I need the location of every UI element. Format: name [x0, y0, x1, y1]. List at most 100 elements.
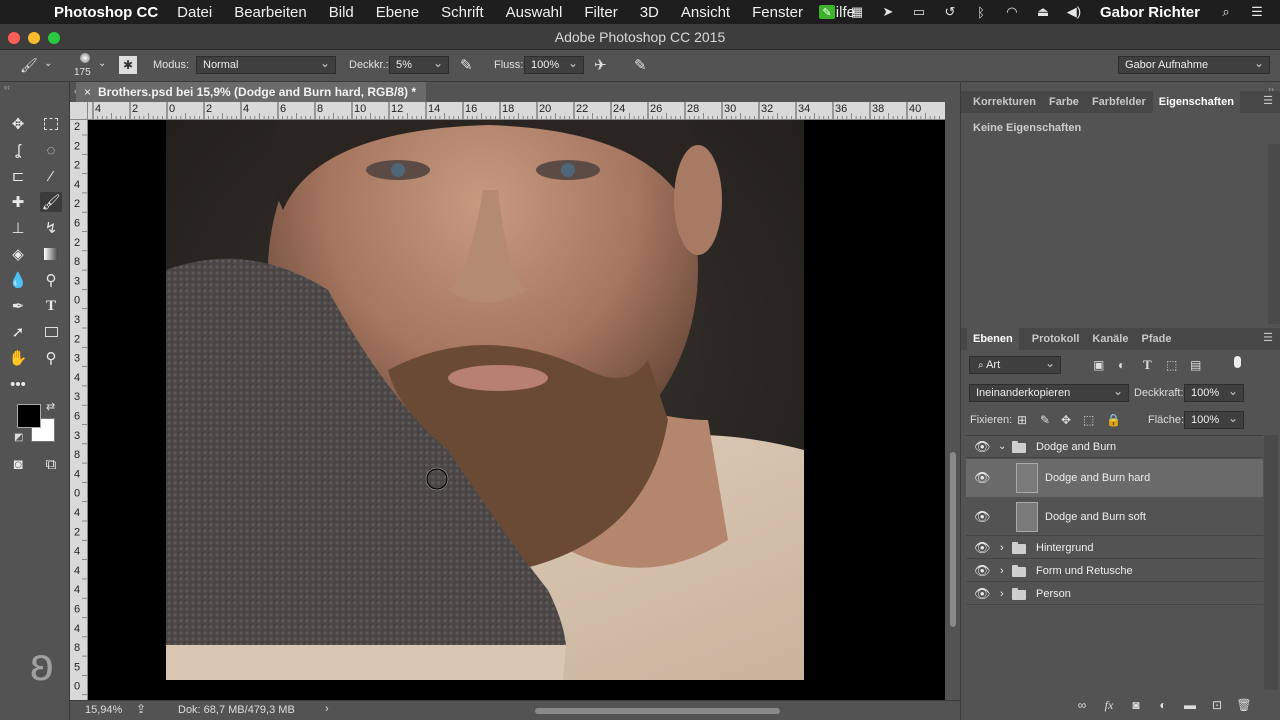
more-tools-icon[interactable]: ••• — [7, 374, 29, 394]
type-tool-icon[interactable]: T — [40, 296, 62, 316]
visibility-eye-icon[interactable]: 👁 — [974, 439, 991, 455]
lock-all-icon[interactable]: 🔒 — [1106, 413, 1121, 427]
lock-position-icon[interactable]: ✥ — [1061, 413, 1071, 427]
close-icon[interactable] — [8, 32, 20, 44]
forward-icon[interactable]: ➤ — [879, 4, 897, 19]
quick-selection-tool-icon[interactable]: ◌ — [40, 140, 62, 160]
layer-row-group[interactable]: 👁 › Person — [966, 583, 1263, 605]
eyedropper-tool-icon[interactable]: ⁄ — [40, 166, 62, 186]
menu-ansicht[interactable]: Ansicht — [681, 4, 730, 21]
pen-tool-icon[interactable]: ✒ — [7, 296, 29, 316]
volume-icon[interactable]: ◀) — [1065, 4, 1083, 19]
menu-filter[interactable]: Filter — [584, 4, 617, 21]
visibility-eye-icon[interactable]: 👁 — [974, 509, 991, 525]
document-tab[interactable]: × Brothers.psd bei 15,9% (Dodge and Burn… — [76, 82, 426, 102]
tab-eigenschaften[interactable]: Eigenschaften — [1152, 91, 1240, 113]
quick-mask-icon[interactable]: ◙ — [7, 454, 29, 474]
layer-row[interactable]: 👁 Dodge and Burn soft — [966, 498, 1263, 536]
chevron-down-icon[interactable]: ⌄ — [998, 441, 1006, 452]
filter-shape-icon[interactable]: ⬚ — [1166, 358, 1177, 372]
menu-bild[interactable]: Bild — [329, 4, 354, 21]
pressure-size-icon[interactable]: ✎ — [634, 56, 647, 74]
adjustment-layer-icon[interactable]: ◐ — [1154, 696, 1172, 714]
filter-adjustment-icon[interactable]: ◐ — [1118, 358, 1125, 372]
tab-farbe[interactable]: Farbe — [1049, 96, 1079, 108]
document-size[interactable]: Dok: 68,7 MB/479,3 MB — [178, 704, 295, 716]
lock-artboard-icon[interactable]: ⬚ — [1083, 413, 1094, 427]
lock-transparency-icon[interactable]: ⊞ — [1017, 413, 1027, 427]
gradient-tool-icon[interactable] — [40, 244, 62, 264]
evernote-icon[interactable]: ✎ — [818, 5, 835, 19]
search-icon[interactable]: ⌕ — [1217, 4, 1235, 19]
vertical-ruler[interactable]: 2 2 2 4 2 6 2 8 3 0 3 2 3 4 3 6 3 8 4 0 4 2 4 4 4 6 4 8 5 0 — [70, 120, 88, 700]
chevron-right-icon[interactable]: › — [325, 703, 329, 715]
horizontal-scrollbar[interactable] — [535, 708, 780, 714]
wifi-icon[interactable]: ◠ — [1003, 4, 1021, 19]
move-tool-icon[interactable]: ✥ — [7, 114, 29, 134]
export-icon[interactable]: ⇪ — [136, 702, 146, 716]
panel-menu-icon[interactable]: ☰ — [1263, 94, 1273, 107]
layer-style-icon[interactable]: fx — [1100, 696, 1118, 714]
time-machine-icon[interactable]: ↺ — [941, 4, 959, 19]
filter-smartobject-icon[interactable]: ▤ — [1190, 358, 1201, 372]
app-menu[interactable]: Photoshop CC — [54, 4, 158, 21]
chevron-right-icon[interactable]: › — [1000, 565, 1004, 577]
layer-opacity-select[interactable]: 100% — [1184, 383, 1244, 402]
chevron-down-icon[interactable]: ⌄ — [44, 58, 52, 69]
screen-mode-icon[interactable]: ⧉ — [40, 454, 62, 474]
rectangle-tool-icon[interactable] — [40, 322, 62, 342]
link-layers-icon[interactable]: ∞ — [1073, 696, 1091, 714]
tab-farbfelder[interactable]: Farbfelder — [1092, 96, 1146, 108]
new-layer-icon[interactable]: ⊡ — [1208, 696, 1226, 714]
tab-kanaele[interactable]: Kanäle — [1092, 333, 1128, 345]
tab-pfade[interactable]: Pfade — [1141, 333, 1171, 345]
eraser-tool-icon[interactable]: ◈ — [7, 244, 29, 264]
healing-brush-tool-icon[interactable]: ✚ — [7, 192, 29, 212]
mode-select[interactable]: Normal — [196, 55, 336, 74]
menu-schrift[interactable]: Schrift — [441, 4, 484, 21]
layer-row-group[interactable]: 👁 ⌄ Dodge and Burn — [966, 436, 1263, 458]
canvas-vertical-scrollbar[interactable] — [945, 102, 960, 700]
tab-close-icon[interactable]: × — [84, 82, 91, 102]
layer-row-group[interactable]: 👁 › Hintergrund — [966, 537, 1263, 559]
delete-layer-icon[interactable]: 🗑 — [1235, 696, 1253, 714]
lock-pixels-icon[interactable]: ✎ — [1040, 413, 1050, 427]
filter-type-icon[interactable]: T — [1143, 357, 1152, 373]
layers-scrollbar[interactable] — [1264, 435, 1278, 690]
clone-stamp-tool-icon[interactable]: ⊥ — [7, 218, 29, 238]
opacity-select[interactable]: 5% — [389, 55, 449, 74]
zoom-level[interactable]: 15,94% — [85, 704, 122, 716]
minimize-icon[interactable] — [28, 32, 40, 44]
crop-tool-icon[interactable]: ⊏ — [7, 166, 29, 186]
eject-icon[interactable]: ⏏ — [1034, 4, 1052, 19]
properties-scrollbar[interactable] — [1268, 144, 1280, 324]
default-colors-icon[interactable]: ◩ — [14, 432, 23, 443]
visibility-eye-icon[interactable]: 👁 — [974, 586, 991, 602]
layer-row-selected[interactable]: 👁 Dodge and Burn hard — [966, 459, 1263, 497]
dodge-tool-icon[interactable]: ⚲ — [40, 270, 62, 290]
airbrush-icon[interactable]: ✈ — [594, 56, 607, 74]
visibility-eye-icon[interactable]: 👁 — [974, 540, 991, 556]
horizontal-ruler[interactable]: 4 2 0 2 4 6 8 10 12 14 16 18 20 22 24 26 28 30 32 34 36 38 40 — [88, 102, 945, 120]
history-brush-tool-icon[interactable]: ↯ — [40, 218, 62, 238]
blur-tool-icon[interactable]: 💧 — [7, 270, 29, 290]
tab-protokoll[interactable]: Protokoll — [1032, 333, 1080, 345]
swap-colors-icon[interactable]: ⇄ — [46, 400, 55, 413]
workspace-select[interactable]: Gabor Aufnahme — [1118, 55, 1270, 74]
chevron-down-icon[interactable]: ⌄ — [98, 58, 106, 69]
filter-pixel-icon[interactable]: ▣ — [1093, 358, 1104, 372]
panel-menu-icon[interactable]: ☰ — [1263, 331, 1273, 344]
menu-ebene[interactable]: Ebene — [376, 4, 419, 21]
scrollbar-thumb[interactable] — [950, 452, 956, 627]
brush-tool-icon[interactable]: 🖌 — [40, 192, 62, 212]
blend-mode-select[interactable]: Ineinanderkopieren — [969, 383, 1129, 402]
bluetooth-icon[interactable]: ᛒ — [972, 5, 990, 20]
path-selection-tool-icon[interactable]: ➚ — [7, 322, 29, 342]
visibility-eye-icon[interactable]: 👁 — [974, 563, 991, 579]
zoom-tool-icon[interactable]: ⚲ — [40, 348, 62, 368]
tab-korrekturen[interactable]: Korrekturen — [973, 96, 1036, 108]
brush-preview-icon[interactable] — [80, 53, 90, 63]
pressure-opacity-icon[interactable]: ✎ — [460, 56, 473, 74]
layer-row-group[interactable]: 👁 › Form und Retusche — [966, 560, 1263, 582]
ruler-origin[interactable] — [70, 102, 88, 120]
